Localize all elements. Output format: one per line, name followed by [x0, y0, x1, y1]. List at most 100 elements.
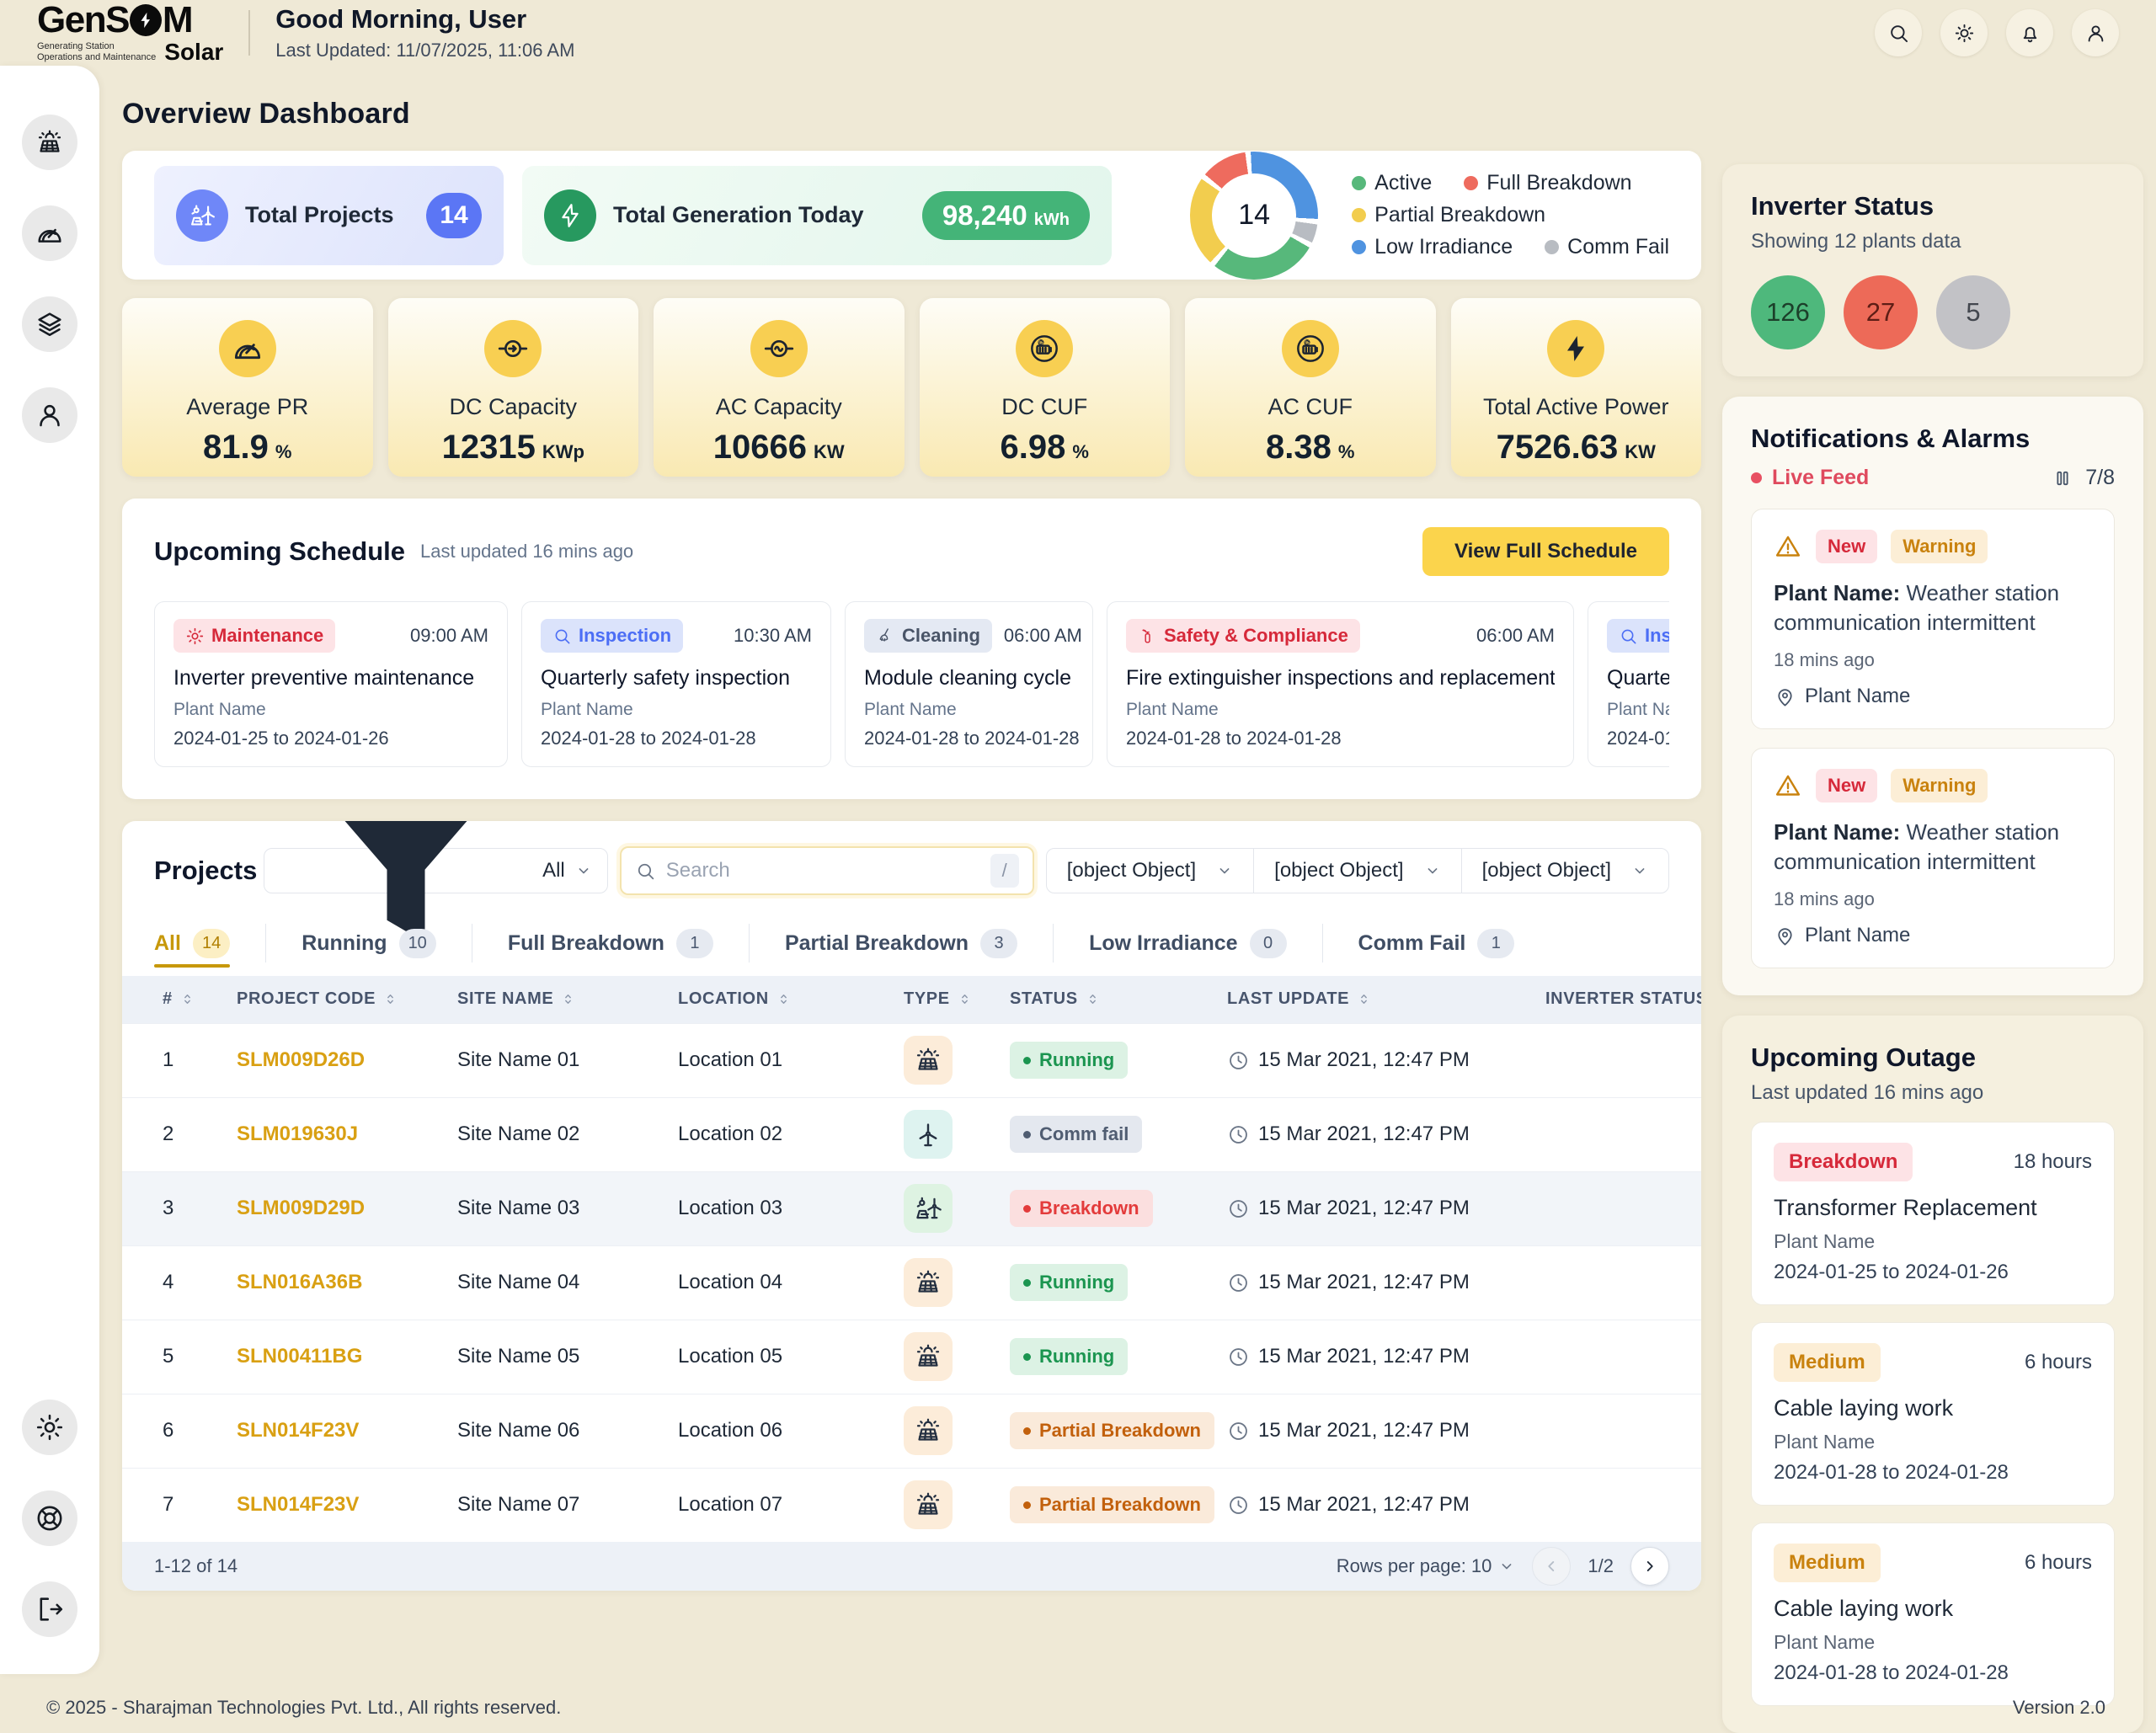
- project-code-link[interactable]: SLM009D26D: [196, 1023, 417, 1097]
- site-name: Site Name 06: [417, 1394, 638, 1468]
- projects-search-box: /: [620, 846, 1034, 895]
- column-header[interactable]: INVERTER STATUS: [1497, 976, 1701, 1023]
- legend-item: Comm Fail: [1545, 235, 1669, 259]
- site-name: Site Name 04: [417, 1245, 638, 1320]
- schedule-card[interactable]: Safety & Compliance 06:00 AM Fire exting…: [1107, 601, 1574, 767]
- column-header[interactable]: LOCATION: [638, 976, 863, 1023]
- header-action-button[interactable]: [2006, 9, 2053, 56]
- rows-per-page-select[interactable]: Rows per page: 10: [1337, 1555, 1516, 1577]
- outage-card[interactable]: Breakdown 18 hours Transformer Replaceme…: [1751, 1122, 2115, 1305]
- inverter-count-circle: 5: [1936, 275, 2010, 349]
- kpi-icon: [219, 320, 276, 377]
- chevron-down-icon: [1631, 862, 1648, 879]
- clock-icon: [1227, 1420, 1250, 1442]
- prev-page-button[interactable]: [1532, 1547, 1571, 1586]
- project-code-link[interactable]: SLN016A36B: [196, 1245, 417, 1320]
- outage-card[interactable]: Medium 6 hours Cable laying work Plant N…: [1751, 1522, 2115, 1706]
- project-code-link[interactable]: SLM019630J: [196, 1097, 417, 1171]
- table-row: 7 SLN014F23V Site Name 07 Location 07 Pa…: [122, 1468, 1701, 1542]
- plant-type-icon: [904, 1258, 953, 1307]
- clock-icon: [1227, 1346, 1250, 1368]
- projects-tab[interactable]: Partial Breakdown 3: [749, 924, 1053, 962]
- notification-card[interactable]: New Warning Plant Name: Weather station …: [1751, 509, 2115, 729]
- pause-icon[interactable]: [2052, 467, 2073, 489]
- search-icon: [635, 861, 656, 882]
- schedule-task-title: Inverter preventive maintenance: [173, 666, 488, 691]
- row-number: 2: [122, 1097, 196, 1171]
- column-header[interactable]: #: [122, 976, 196, 1023]
- notification-plant: Plant Name: [1805, 924, 1910, 947]
- table-row: 3 SLM009D29D Site Name 03 Location 03 Br…: [122, 1171, 1701, 1245]
- notification-card[interactable]: New Warning Plant Name: Weather station …: [1751, 748, 2115, 968]
- outage-task-title: Cable laying work: [1774, 1596, 2092, 1622]
- header-action-button[interactable]: [1875, 9, 1922, 56]
- schedule-card[interactable]: Inspection Quarterly safety inspection P…: [1588, 601, 1669, 767]
- sidebar-item[interactable]: [22, 1400, 77, 1455]
- brand-tagline: Generating Station Operations and Mainte…: [37, 41, 156, 65]
- chevron-down-icon: [1498, 1558, 1515, 1575]
- schedule-card[interactable]: Maintenance 09:00 AM Inverter preventive…: [154, 601, 508, 767]
- summary-card: Total Projects 14 Total Generation Today…: [122, 151, 1701, 280]
- chevron-down-icon: [575, 862, 592, 879]
- notification-plant: Plant Name: [1805, 685, 1910, 708]
- filter-dropdown-group: [object Object] [object Object] [object …: [1046, 848, 1669, 893]
- inverter-count-circle: 27: [1844, 275, 1918, 349]
- total-generation-label: Total Generation Today: [613, 202, 905, 228]
- status-badge: Running: [1010, 1338, 1128, 1375]
- filter-all-dropdown[interactable]: All: [264, 848, 608, 893]
- schedule-category-badge: Maintenance: [173, 619, 335, 653]
- sidebar-item[interactable]: [22, 296, 77, 352]
- projects-tab[interactable]: Full Breakdown 1: [472, 924, 749, 962]
- header-action-icon: [1887, 22, 1910, 45]
- status-dot: [1023, 1057, 1031, 1064]
- search-input[interactable]: [666, 859, 980, 882]
- header-action-button[interactable]: [2072, 9, 2119, 56]
- sidebar-item[interactable]: [22, 1581, 77, 1637]
- schedule-card[interactable]: Cleaning 06:00 AM Module cleaning cycle …: [845, 601, 1093, 767]
- filter-dropdown[interactable]: [object Object]: [1253, 849, 1460, 893]
- filter-dropdown[interactable]: [object Object]: [1461, 849, 1668, 893]
- kpi-card: % DC CUF 6.98 %: [920, 298, 1171, 477]
- schedule-date-range: 2024-01-28 to 2024-01-28: [1126, 728, 1555, 749]
- project-code-link[interactable]: SLM009D29D: [196, 1171, 417, 1245]
- project-code-link[interactable]: SLN014F23V: [196, 1394, 417, 1468]
- projects-tab[interactable]: Comm Fail 1: [1322, 924, 1550, 962]
- clock-icon: [1227, 1494, 1250, 1517]
- project-code-link[interactable]: SLN014F23V: [196, 1468, 417, 1542]
- next-page-button[interactable]: [1630, 1547, 1669, 1586]
- kpi-value: 7526.63 KW: [1497, 429, 1656, 467]
- column-header[interactable]: STATUS: [969, 976, 1187, 1023]
- kpi-value: 6.98 %: [1001, 429, 1089, 467]
- sidebar-item[interactable]: [22, 1490, 77, 1546]
- location-pin-icon: [1774, 685, 1796, 708]
- view-full-schedule-button[interactable]: View Full Schedule: [1422, 527, 1669, 576]
- schedule-card[interactable]: Inspection 10:30 AM Quarterly safety ins…: [521, 601, 831, 767]
- sidebar-item[interactable]: [22, 387, 77, 443]
- sidebar-item[interactable]: [22, 205, 77, 261]
- column-header[interactable]: LAST UPDATE: [1187, 976, 1497, 1023]
- tab-count-badge: 3: [980, 929, 1017, 958]
- kpi-stats-row: Average PR 81.9 % DC Capacity 12315 KWp …: [122, 298, 1701, 477]
- row-number: 1: [122, 1023, 196, 1097]
- inverter-count-circle: 126: [1751, 275, 1825, 349]
- project-code-link[interactable]: SLN00411BG: [196, 1320, 417, 1394]
- column-header[interactable]: TYPE: [863, 976, 969, 1023]
- outage-card[interactable]: Medium 6 hours Cable laying work Plant N…: [1751, 1322, 2115, 1506]
- kpi-label: AC Capacity: [716, 394, 842, 420]
- projects-tab[interactable]: Running 10: [265, 924, 472, 962]
- page-title: Overview Dashboard: [122, 98, 1701, 131]
- filter-dropdown[interactable]: [object Object]: [1047, 849, 1253, 893]
- projects-tab[interactable]: All 14: [154, 924, 265, 962]
- plant-type-icon: [904, 1184, 953, 1233]
- inverter-status-title: Inverter Status: [1751, 191, 2115, 221]
- brand-logo: GenS M Generating Station Operations and…: [37, 2, 223, 64]
- sidebar-item-icon: [35, 1503, 65, 1533]
- donut-legend: Active Full Breakdown Partial Breakdown: [1352, 171, 1669, 259]
- header-action-button[interactable]: [1940, 9, 1988, 56]
- projects-tab[interactable]: Low Irradiance 0: [1053, 924, 1321, 962]
- projects-tabs: All 14 Running 10 Full Breakdown 1: [122, 919, 1701, 968]
- outage-date-range: 2024-01-28 to 2024-01-28: [1774, 1661, 2092, 1685]
- sidebar-item-icon: [35, 218, 65, 248]
- legend-dot: [1545, 240, 1559, 254]
- sidebar-item[interactable]: [22, 115, 77, 170]
